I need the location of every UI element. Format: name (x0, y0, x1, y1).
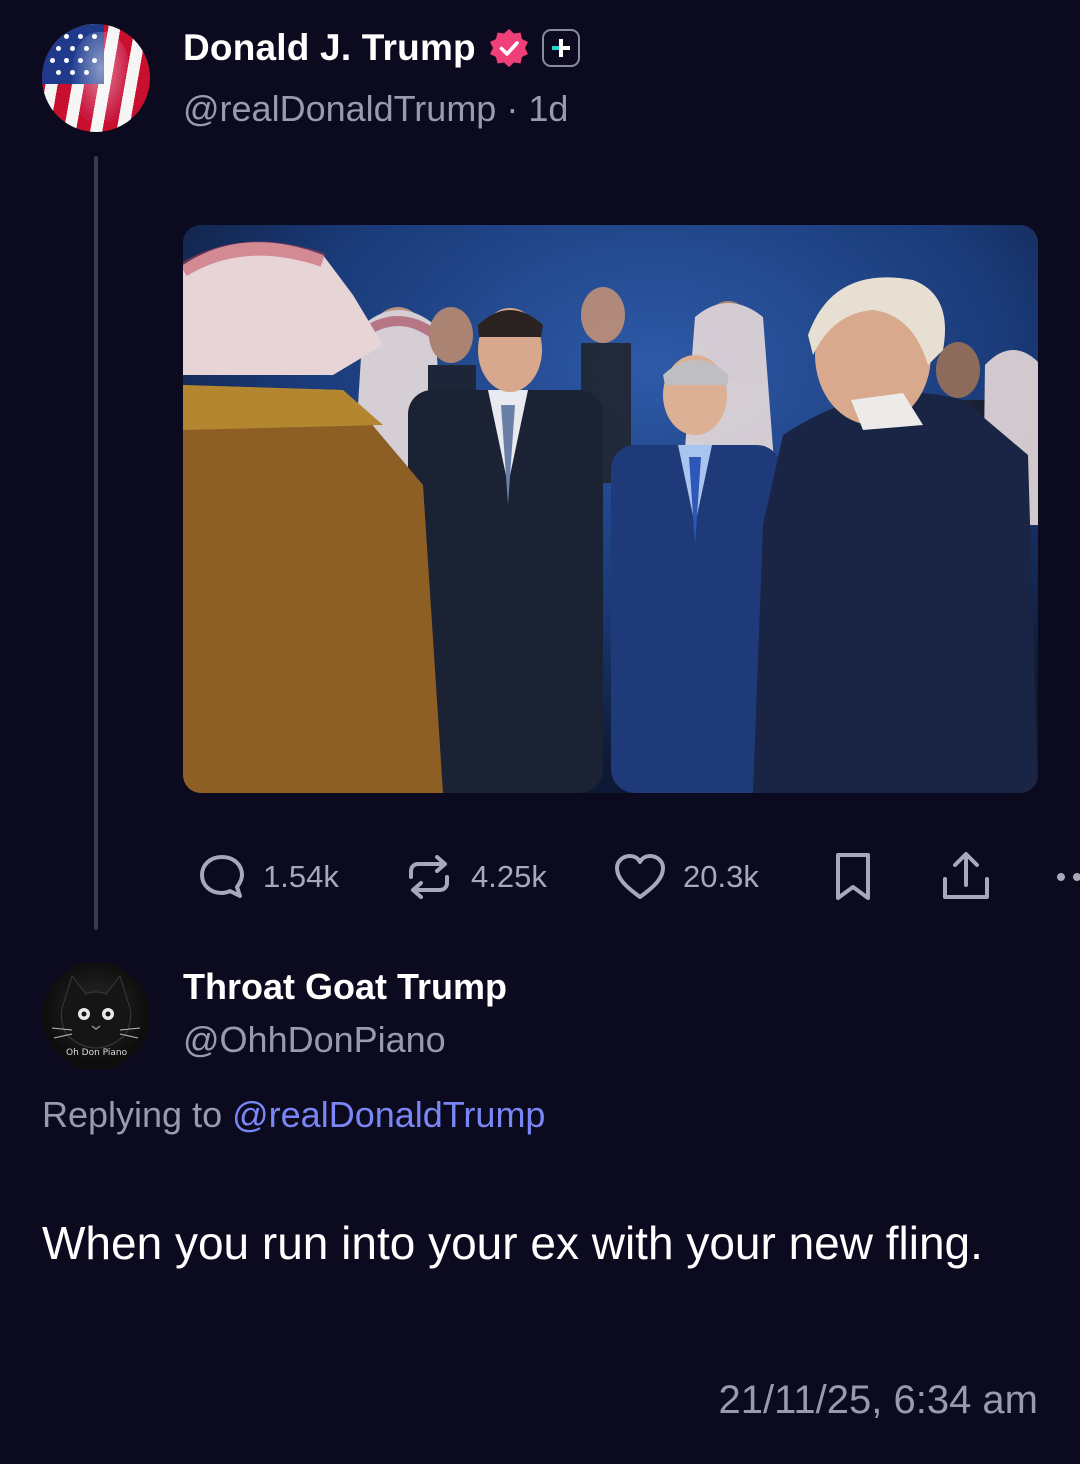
reply-timestamp[interactable]: 21/11/25, 6:34 am (719, 1378, 1039, 1423)
bookmark-icon (836, 853, 870, 900)
repost-button[interactable]: 4.25k (403, 846, 547, 908)
portrait-face-overlay (72, 32, 130, 122)
bookmark-button[interactable] (831, 846, 875, 908)
author-name-row: Donald J. Trump (183, 24, 580, 72)
meta-separator: · (506, 88, 519, 129)
reply-bubble-icon (200, 855, 244, 898)
post-photo[interactable] (183, 225, 1038, 793)
replying-to-line: Replying to @realDonaldTrump (42, 1094, 545, 1136)
original-post: Donald J. Trump @realDonaldTrump · 1d 1.… (0, 0, 1080, 940)
reply-author-name[interactable]: Throat Goat Trump (183, 966, 507, 1008)
avatar-caption: Oh Don Piano (66, 1048, 128, 1058)
author-avatar[interactable] (42, 24, 150, 132)
heart-icon (615, 854, 665, 899)
verified-badge-icon (489, 29, 528, 67)
author-display-name[interactable]: Donald J. Trump (183, 27, 476, 69)
replying-to-prefix: Replying to (42, 1094, 223, 1135)
repost-count: 4.25k (471, 859, 547, 894)
post-age[interactable]: 1d (528, 88, 568, 129)
photo-illustration (183, 225, 1038, 793)
share-upload-icon (943, 852, 989, 899)
plus-square-icon[interactable] (541, 29, 580, 67)
share-button[interactable] (939, 846, 993, 908)
post-action-bar: 1.54k 4.25k 20.3k (183, 846, 1080, 908)
thread-connector-line (94, 156, 98, 930)
repost-arrows-icon (409, 855, 449, 899)
reply-author-handle[interactable]: @OhhDonPiano (183, 1019, 446, 1061)
like-count: 20.3k (683, 859, 759, 894)
author-handle[interactable]: @realDonaldTrump (183, 88, 496, 129)
reply-author-avatar[interactable]: Oh Don Piano (42, 962, 150, 1070)
reply-body-text: When you run into your ex with your new … (42, 1217, 983, 1269)
reply-count: 1.54k (263, 859, 339, 894)
author-handle-line: @realDonaldTrump · 1d (183, 88, 568, 130)
reply-button[interactable]: 1.54k (197, 846, 339, 908)
like-button[interactable]: 20.3k (613, 846, 759, 908)
more-options-button[interactable] (1055, 846, 1080, 908)
more-dots-icon (1057, 873, 1080, 881)
replying-to-link[interactable]: @realDonaldTrump (232, 1094, 545, 1135)
